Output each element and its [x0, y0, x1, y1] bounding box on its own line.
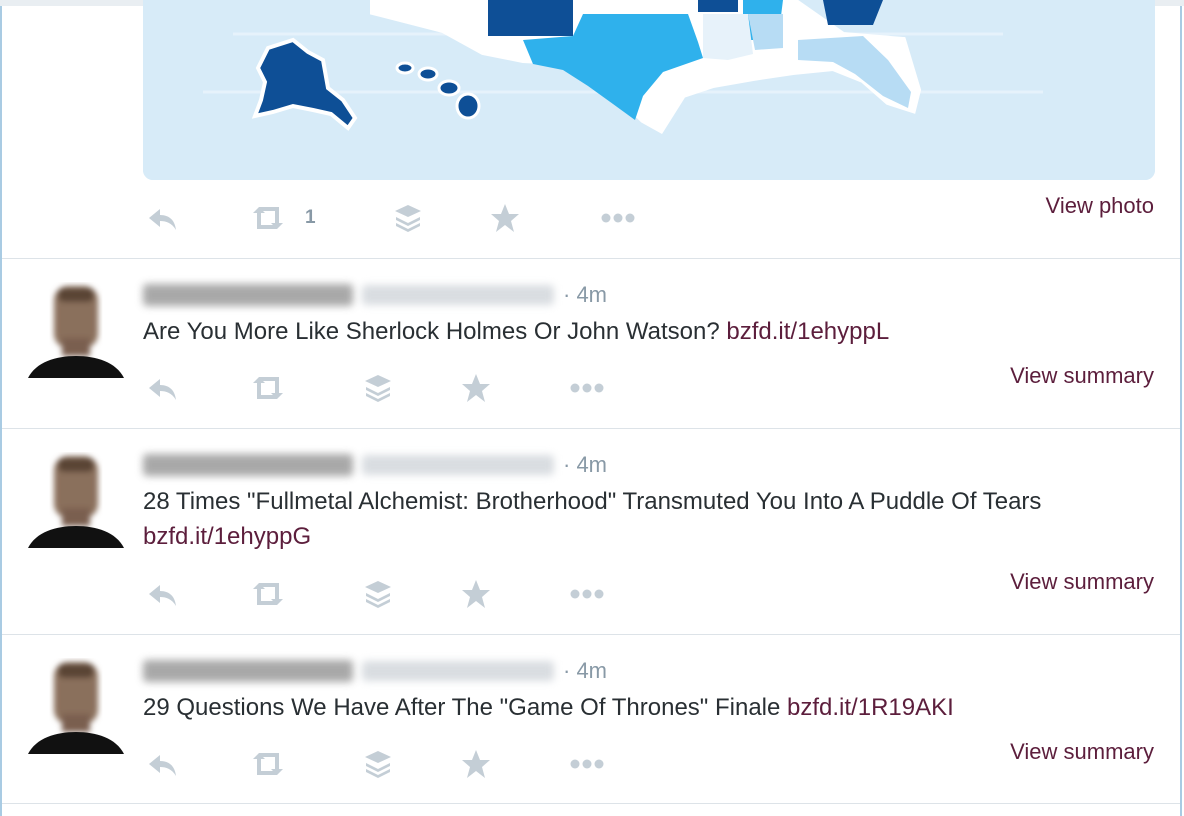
tweet-actions [143, 744, 663, 784]
buffer-icon[interactable] [361, 574, 395, 614]
reply-icon[interactable] [146, 574, 180, 614]
tweet-actions [143, 368, 663, 408]
retweet-icon[interactable] [247, 574, 289, 614]
more-icon[interactable] [598, 198, 638, 238]
avatar[interactable] [28, 658, 124, 754]
view-summary-link[interactable]: View summary [1010, 569, 1154, 595]
tweet-text: 29 Questions We Have After The "Game Of … [143, 690, 1153, 725]
avatar[interactable] [28, 452, 124, 548]
tweet-actions [143, 574, 663, 614]
favorite-icon[interactable] [459, 368, 493, 408]
map-photo[interactable] [143, 0, 1155, 180]
tweet-link[interactable]: bzfd.it/1ehyppG [143, 523, 311, 550]
map-card-actions: 1 [143, 198, 663, 238]
view-summary-link[interactable]: View summary [1010, 363, 1154, 389]
tweet-body: Are You More Like Sherlock Holmes Or Joh… [143, 318, 727, 345]
author-name-redacted[interactable] [143, 284, 353, 306]
reply-icon[interactable] [146, 198, 180, 238]
author-handle-redacted[interactable] [362, 455, 554, 475]
author-name-redacted[interactable] [143, 660, 353, 682]
retweet-icon[interactable] [247, 744, 289, 784]
tweet-text: 28 Times "Fullmetal Alchemist: Brotherho… [143, 484, 1153, 554]
more-icon[interactable] [567, 574, 607, 614]
tweet-timestamp[interactable]: · 4m [563, 452, 607, 478]
favorite-icon[interactable] [488, 198, 522, 238]
view-summary-link[interactable]: View summary [1010, 739, 1154, 765]
tweet-body: 28 Times "Fullmetal Alchemist: Brotherho… [143, 488, 1042, 515]
avatar[interactable] [28, 282, 124, 378]
view-photo-link[interactable]: View photo [1046, 193, 1154, 219]
reply-icon[interactable] [146, 744, 180, 784]
buffer-icon[interactable] [361, 368, 395, 408]
tweet-divider [2, 428, 1180, 429]
author-handle-redacted[interactable] [362, 661, 554, 681]
retweet-count: 1 [305, 207, 316, 228]
favorite-icon[interactable] [459, 574, 493, 614]
author-name-redacted[interactable] [143, 454, 353, 476]
tweet-divider [2, 634, 1180, 635]
tweet-link[interactable]: bzfd.it/1R19AKI [787, 694, 954, 721]
us-map-image [143, 0, 1155, 180]
tweet-text: Are You More Like Sherlock Holmes Or Joh… [143, 314, 1153, 349]
tweet-timestamp[interactable]: · 4m [563, 658, 607, 684]
more-icon[interactable] [567, 368, 607, 408]
retweet-icon[interactable] [247, 198, 289, 238]
tweet-divider [2, 258, 1180, 259]
author-handle-redacted[interactable] [362, 285, 554, 305]
buffer-icon[interactable] [361, 744, 395, 784]
more-icon[interactable] [567, 744, 607, 784]
tweet-timestamp[interactable]: · 4m [563, 282, 607, 308]
reply-icon[interactable] [146, 368, 180, 408]
tweet-link[interactable]: bzfd.it/1ehyppL [726, 318, 889, 345]
tweet-body: 29 Questions We Have After The "Game Of … [143, 694, 788, 721]
retweet-icon[interactable] [247, 368, 289, 408]
buffer-icon[interactable] [391, 198, 425, 238]
tweet-divider [2, 803, 1180, 804]
favorite-icon[interactable] [459, 744, 493, 784]
